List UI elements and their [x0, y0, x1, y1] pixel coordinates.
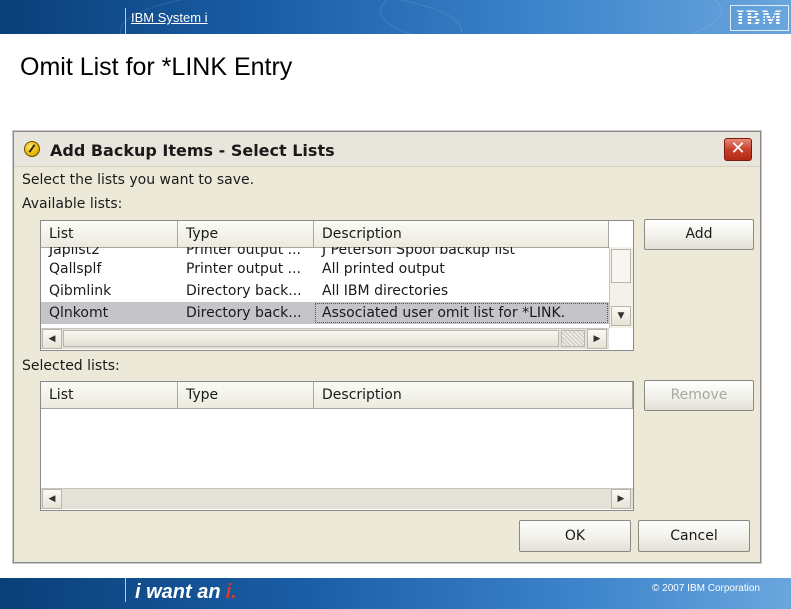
cell-type: Directory back...	[186, 283, 302, 299]
cell-list: Qlnkomt	[49, 305, 109, 321]
scrollbar-thumb[interactable]	[611, 249, 631, 283]
cell-type: Printer output ...	[186, 261, 302, 277]
instruction-text: Select the lists you want to save.	[22, 172, 255, 188]
cell-list: Qibmlink	[49, 283, 112, 299]
product-title[interactable]: IBM System i	[131, 10, 208, 25]
horizontal-scrollbar[interactable]: ◀ ▶	[41, 488, 633, 509]
available-lists-table[interactable]: List Type Description Japlist2 Printer o…	[40, 220, 634, 351]
table-row[interactable]: Qibmlink Directory back... All IBM direc…	[41, 280, 609, 302]
available-rows: Japlist2 Printer output ... J Peterson S…	[41, 247, 609, 328]
dialog-app-icon	[24, 141, 40, 157]
tagline-accent: i.	[225, 581, 237, 603]
dialog-titlebar[interactable]: Add Backup Items - Select Lists ✕	[14, 132, 760, 167]
cell-type: Directory back...	[186, 305, 302, 321]
column-header-description[interactable]: Description	[314, 382, 633, 408]
tagline: i want an i.	[135, 581, 237, 604]
slide-title: Omit List for *LINK Entry	[20, 53, 293, 81]
selected-lists-table[interactable]: List Type Description ◀ ▶	[40, 381, 634, 511]
copyright-text: © 2007 IBM Corporation	[652, 583, 760, 594]
table-header: List Type Description	[41, 382, 633, 409]
column-header-type[interactable]: Type	[178, 221, 314, 247]
column-header-list[interactable]: List	[41, 221, 178, 247]
table-header: List Type Description	[41, 221, 609, 248]
vertical-scrollbar[interactable]: ▼	[609, 247, 633, 328]
column-header-type[interactable]: Type	[178, 382, 314, 408]
scroll-left-button[interactable]: ◀	[42, 489, 62, 509]
cell-description: Associated user omit list for *LINK.	[314, 302, 609, 324]
close-button[interactable]: ✕	[724, 138, 752, 161]
cell-description: All printed output	[322, 261, 445, 277]
scroll-right-button[interactable]: ▶	[587, 329, 607, 349]
scroll-left-button[interactable]: ◀	[42, 329, 62, 349]
column-header-list[interactable]: List	[41, 382, 178, 408]
scrollbar-grip	[561, 330, 585, 347]
chevron-right-icon: ▶	[593, 334, 601, 344]
horizontal-scrollbar[interactable]: ◀ ▶	[41, 328, 609, 349]
cancel-button[interactable]: Cancel	[638, 520, 750, 552]
ok-button[interactable]: OK	[519, 520, 631, 552]
banner-divider	[125, 8, 126, 34]
top-banner: IBM System i IBM	[0, 0, 791, 34]
remove-button[interactable]: Remove	[644, 380, 754, 411]
banner-decoration	[380, 0, 722, 34]
cell-list: Qallsplf	[49, 261, 102, 277]
cell-description: All IBM directories	[322, 283, 449, 299]
scroll-down-button[interactable]: ▼	[611, 306, 631, 326]
chevron-left-icon: ◀	[48, 494, 56, 504]
bottom-bar: i want an i. © 2007 IBM Corporation	[0, 578, 791, 609]
tagline-main: i want an	[135, 581, 221, 603]
table-row[interactable]: Japlist2 Printer output ... J Peterson S…	[41, 247, 609, 258]
column-header-description[interactable]: Description	[314, 221, 609, 247]
add-button[interactable]: Add	[644, 219, 754, 250]
dialog-title: Add Backup Items - Select Lists	[50, 141, 335, 160]
table-row-selected[interactable]: Qlnkomt Directory back... Associated use…	[41, 302, 609, 324]
cell-type: Printer output ...	[186, 247, 302, 258]
ibm-logo-text: IBM	[736, 5, 783, 30]
ibm-logo: IBM	[730, 5, 789, 31]
selected-lists-label: Selected lists:	[22, 358, 120, 374]
scrollbar-thumb[interactable]	[63, 330, 559, 347]
close-icon: ✕	[730, 138, 746, 159]
chevron-down-icon: ▼	[617, 311, 625, 321]
scroll-right-button[interactable]: ▶	[611, 489, 631, 509]
cell-list: Japlist2	[49, 247, 101, 258]
table-row[interactable]: Qallsplf Printer output ... All printed …	[41, 258, 609, 280]
chevron-left-icon: ◀	[48, 334, 56, 344]
bottom-divider	[125, 578, 126, 602]
chevron-right-icon: ▶	[617, 494, 625, 504]
add-backup-items-dialog: Add Backup Items - Select Lists ✕ Select…	[13, 131, 761, 563]
available-lists-label: Available lists:	[22, 196, 123, 212]
cell-description: J Peterson Spool backup list	[322, 247, 516, 258]
slide-page: IBM System i IBM Omit List for *LINK Ent…	[0, 0, 791, 609]
